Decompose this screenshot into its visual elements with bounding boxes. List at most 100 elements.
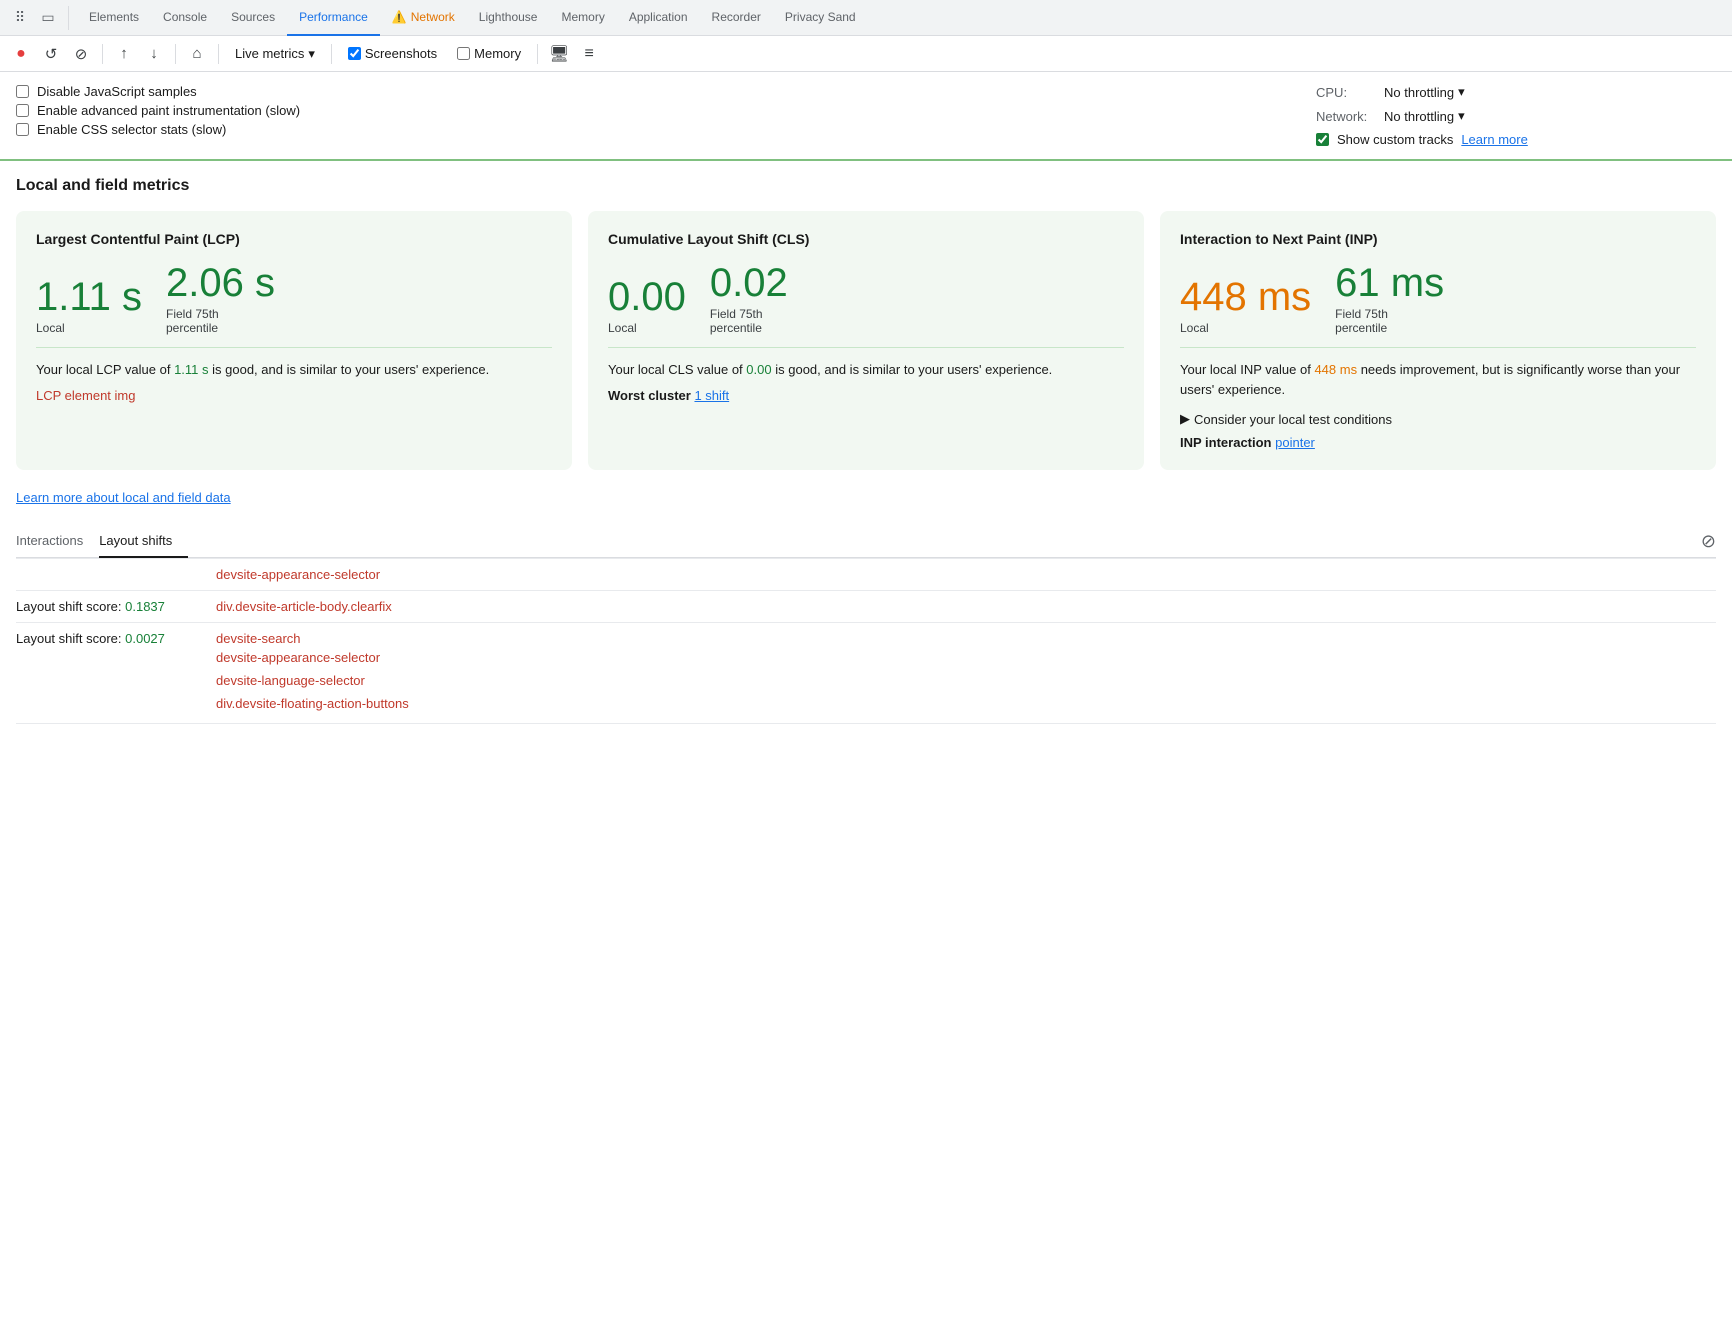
record-button[interactable]: ● [8, 41, 34, 67]
enable-css-checkbox[interactable] [16, 123, 29, 136]
list-item: devsite-appearance-selector [16, 559, 1716, 591]
clear-icon[interactable]: ⊘ [1701, 531, 1716, 552]
tab-lighthouse[interactable]: Lighthouse [467, 0, 550, 36]
custom-tracks-row: Show custom tracks Learn more [1316, 132, 1528, 147]
shift-score-val-3: 0.0027 [125, 631, 165, 646]
upload-button[interactable]: ↑ [111, 41, 137, 67]
learn-more-link[interactable]: Learn more about local and field data [16, 490, 231, 505]
lcp-divider [36, 347, 552, 348]
custom-tracks-checkbox[interactable] [1316, 133, 1329, 146]
tab-privacy-sand[interactable]: Privacy Sand [773, 0, 868, 36]
lcp-local-label: Local [36, 321, 142, 335]
devtools-icons: ⠿ ▭ [8, 6, 69, 30]
tab-network[interactable]: ⚠️ Network [380, 0, 467, 36]
settings-row: Disable JavaScript samples Enable advanc… [16, 80, 1716, 151]
cls-description: Your local CLS value of 0.00 is good, an… [608, 360, 1124, 380]
inp-consider[interactable]: ▶ Consider your local test conditions [1180, 411, 1696, 427]
inp-divider [1180, 347, 1696, 348]
inp-local-value: 448 ms [1180, 277, 1311, 317]
tab-layout-shifts[interactable]: Layout shifts [99, 525, 188, 558]
shift-element-3[interactable]: devsite-search [216, 631, 301, 646]
lcp-title: Largest Contentful Paint (LCP) [36, 231, 552, 247]
lcp-field-group: 2.06 s Field 75thpercentile [166, 263, 275, 335]
cls-highlight: 0.00 [746, 362, 771, 377]
disable-js-samples-checkbox[interactable] [16, 85, 29, 98]
divider-5 [537, 44, 538, 64]
section-title: Local and field metrics [16, 177, 1716, 195]
tab-interactions[interactable]: Interactions [16, 525, 99, 558]
shift-score-val-2: 0.1837 [125, 599, 165, 614]
lcp-highlight: 1.11 s [174, 362, 208, 377]
tab-sources[interactable]: Sources [219, 0, 287, 36]
inp-field-value: 61 ms [1335, 263, 1444, 303]
divider-3 [218, 44, 219, 64]
list-item: Layout shift score: 0.0027 devsite-searc… [16, 623, 1716, 724]
lcp-local-value: 1.11 s [36, 277, 142, 317]
cls-divider [608, 347, 1124, 348]
enable-css-setting[interactable]: Enable CSS selector stats (slow) [16, 122, 1316, 137]
shift-sub-element-1[interactable]: devsite-appearance-selector [16, 646, 1716, 669]
screenshots-checkbox[interactable] [348, 47, 361, 60]
lcp-values: 1.11 s Local 2.06 s Field 75thpercentile [36, 263, 552, 335]
tab-application[interactable]: Application [617, 0, 700, 36]
tab-elements[interactable]: Elements [77, 0, 151, 36]
inp-field-label: Field 75thpercentile [1335, 307, 1444, 335]
chevron-down-icon: ▾ [308, 46, 315, 62]
enable-paint-setting[interactable]: Enable advanced paint instrumentation (s… [16, 103, 1316, 118]
metrics-grid: Largest Contentful Paint (LCP) 1.11 s Lo… [16, 211, 1716, 470]
cls-cluster-link[interactable]: 1 shift [694, 388, 729, 403]
shift-element-1[interactable]: devsite-appearance-selector [216, 567, 380, 582]
inp-local-group: 448 ms Local [1180, 277, 1311, 335]
inp-values: 448 ms Local 61 ms Field 75thpercentile [1180, 263, 1696, 335]
custom-tracks-learn-more[interactable]: Learn more [1461, 132, 1527, 147]
cls-field-group: 0.02 Field 75thpercentile [710, 263, 788, 335]
live-metrics-select[interactable]: Live metrics ▾ [227, 42, 323, 66]
shift-score-3: Layout shift score: 0.0027 [16, 631, 216, 646]
cls-local-value: 0.00 [608, 277, 686, 317]
screenshots-checkbox-group[interactable]: Screenshots [340, 46, 445, 61]
download-button[interactable]: ↓ [141, 41, 167, 67]
chevron-down-icon: ▾ [1458, 84, 1465, 100]
clear-button[interactable]: ⊘ [68, 41, 94, 67]
memory-checkbox[interactable] [457, 47, 470, 60]
divider-2 [175, 44, 176, 64]
settings-icon-btn[interactable]: ≡ [576, 41, 602, 67]
custom-tracks-setting[interactable]: Show custom tracks Learn more [1316, 132, 1528, 147]
list-item: Layout shift score: 0.1837 div.devsite-a… [16, 591, 1716, 623]
tab-console[interactable]: Console [151, 0, 219, 36]
network-throttle-select[interactable]: No throttling ▾ [1384, 108, 1465, 124]
inp-interaction-link[interactable]: pointer [1275, 435, 1315, 450]
device-toggle-icon[interactable]: ▭ [36, 6, 60, 30]
devtools-menu-icon[interactable]: ⠿ [8, 6, 32, 30]
tab-recorder[interactable]: Recorder [700, 0, 773, 36]
cls-field-value: 0.02 [710, 263, 788, 303]
tab-memory[interactable]: Memory [549, 0, 616, 36]
shift-item-row: Layout shift score: 0.0027 devsite-searc… [16, 631, 1716, 646]
settings-panel: Disable JavaScript samples Enable advanc… [0, 72, 1732, 161]
inp-description: Your local INP value of 448 ms needs imp… [1180, 360, 1696, 399]
cls-values: 0.00 Local 0.02 Field 75thpercentile [608, 263, 1124, 335]
tab-performance[interactable]: Performance [287, 0, 380, 36]
chevron-down-icon: ▾ [1458, 108, 1465, 124]
shift-sub-element-2[interactable]: devsite-language-selector [16, 669, 1716, 692]
home-button[interactable]: ⌂ [184, 41, 210, 67]
shift-element-2[interactable]: div.devsite-article-body.clearfix [216, 599, 392, 614]
shift-score-2: Layout shift score: 0.1837 [16, 599, 216, 614]
inp-field-group: 61 ms Field 75thpercentile [1335, 263, 1444, 335]
settings-left: Disable JavaScript samples Enable advanc… [16, 84, 1316, 137]
screenshot-icon-btn[interactable]: 🖥 [546, 41, 572, 67]
triangle-icon: ▶ [1180, 411, 1190, 427]
disable-js-samples-setting[interactable]: Disable JavaScript samples [16, 84, 1316, 99]
inp-highlight: 448 ms [1314, 362, 1357, 377]
cpu-throttle-select[interactable]: No throttling ▾ [1384, 84, 1465, 100]
tab-bar: ⠿ ▭ Elements Console Sources Performance… [0, 0, 1732, 36]
divider-4 [331, 44, 332, 64]
enable-paint-checkbox[interactable] [16, 104, 29, 117]
memory-checkbox-group[interactable]: Memory [449, 46, 529, 61]
shift-sub-element-3[interactable]: div.devsite-floating-action-buttons [16, 692, 1716, 715]
lcp-element-link[interactable]: img [115, 388, 136, 403]
lcp-local-group: 1.11 s Local [36, 277, 142, 335]
warning-icon: ⚠️ [392, 10, 407, 24]
cpu-throttle-row: CPU: No throttling ▾ [1316, 84, 1465, 100]
refresh-button[interactable]: ↺ [38, 41, 64, 67]
